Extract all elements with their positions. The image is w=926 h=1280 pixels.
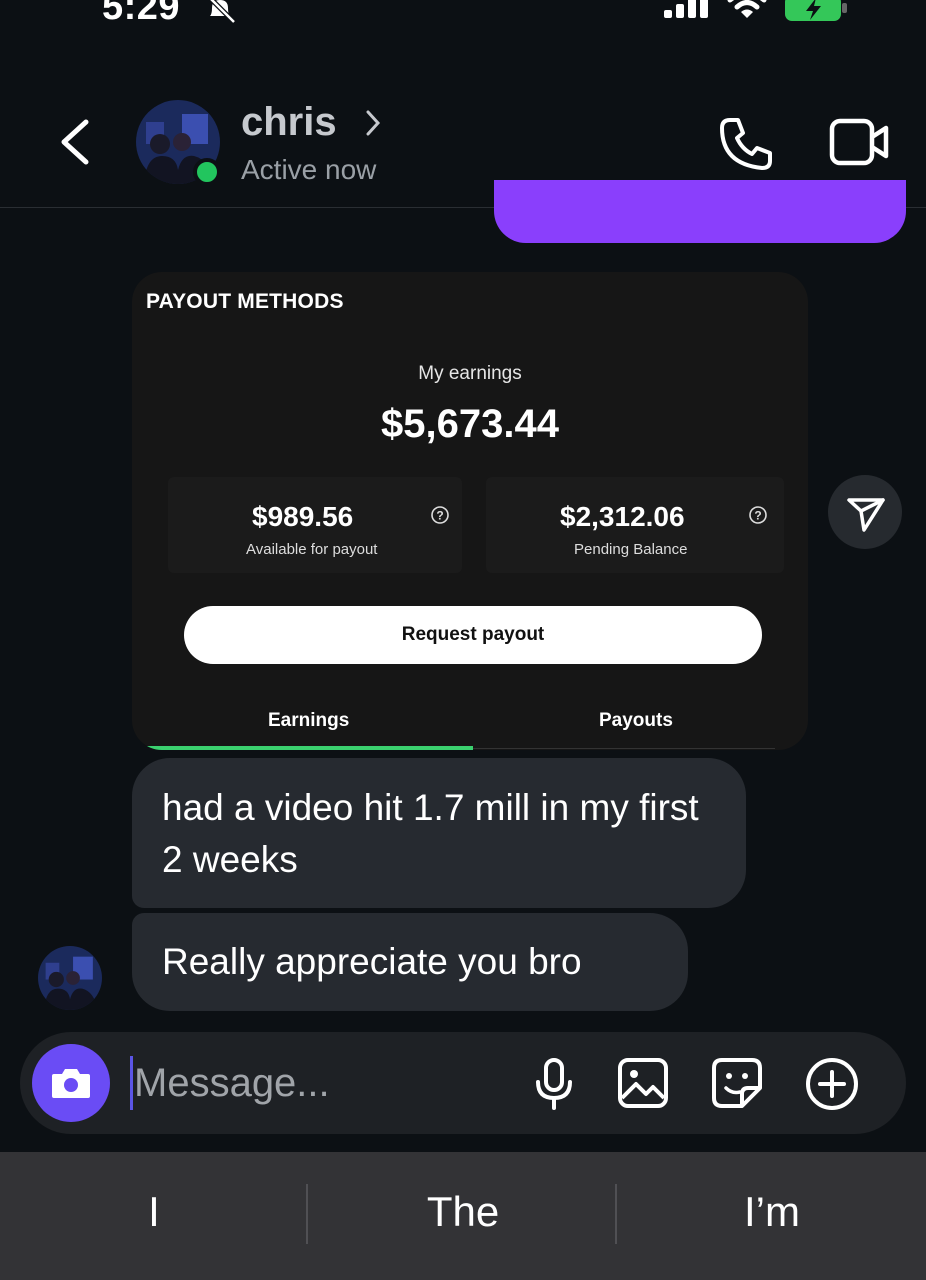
chevron-right-icon[interactable] bbox=[364, 108, 382, 138]
sticker-icon[interactable] bbox=[710, 1056, 764, 1110]
request-payout-button[interactable]: Request payout bbox=[184, 606, 762, 664]
svg-text:?: ? bbox=[436, 509, 443, 523]
pending-amount: $2,312.06 bbox=[560, 501, 685, 532]
pending-balance-box: $2,312.06 Pending Balance ? bbox=[486, 477, 784, 573]
suggestion-item[interactable]: I’m bbox=[622, 1188, 922, 1236]
add-icon[interactable] bbox=[804, 1056, 860, 1112]
tab-earnings[interactable]: Earnings bbox=[268, 710, 349, 732]
online-indicator bbox=[193, 158, 221, 186]
status-time: 5:29 bbox=[102, 0, 181, 28]
tab-active-indicator bbox=[145, 746, 473, 750]
received-message-bubble[interactable]: had a video hit 1.7 mill in my first 2 w… bbox=[132, 758, 746, 908]
camera-icon bbox=[52, 1069, 90, 1098]
share-button[interactable] bbox=[828, 475, 902, 549]
message-composer bbox=[20, 1032, 906, 1134]
received-message-bubble[interactable]: Really appreciate you bro bbox=[132, 913, 688, 1011]
available-label: Available for payout bbox=[246, 541, 378, 558]
send-icon bbox=[847, 498, 885, 532]
microphone-icon[interactable] bbox=[530, 1056, 578, 1112]
available-amount: $989.56 bbox=[252, 501, 354, 532]
suggestion-item[interactable]: I bbox=[4, 1188, 304, 1236]
card-heading: PAYOUT METHODS bbox=[146, 290, 344, 313]
phone-call-icon[interactable] bbox=[716, 114, 776, 174]
sent-message-bubble[interactable] bbox=[494, 180, 906, 243]
earnings-amount: $5,673.44 bbox=[381, 402, 559, 446]
payout-screenshot-card[interactable]: PAYOUT METHODS My earnings $5,673.44 $98… bbox=[132, 272, 808, 750]
svg-text:?: ? bbox=[754, 509, 761, 523]
camera-button[interactable] bbox=[32, 1044, 110, 1122]
suggestion-divider bbox=[615, 1184, 617, 1244]
suggestion-item[interactable]: The bbox=[313, 1188, 613, 1236]
tab-payouts[interactable]: Payouts bbox=[599, 710, 673, 732]
pending-label: Pending Balance bbox=[574, 541, 688, 558]
signal-icon bbox=[664, 0, 708, 18]
help-icon: ? bbox=[431, 506, 449, 524]
video-call-icon[interactable] bbox=[828, 116, 892, 168]
available-balance-box: $989.56 Available for payout ? bbox=[168, 477, 462, 573]
back-button[interactable] bbox=[56, 116, 96, 168]
help-icon: ? bbox=[749, 506, 767, 524]
bell-muted-icon bbox=[208, 0, 236, 24]
keyboard-suggestion-bar: I The I’m bbox=[0, 1152, 926, 1280]
status-bar: 5:29 bbox=[0, 0, 926, 30]
gallery-icon[interactable] bbox=[616, 1056, 670, 1110]
battery-charging-icon bbox=[785, 0, 847, 21]
text-cursor bbox=[130, 1056, 133, 1110]
tab-divider bbox=[473, 748, 775, 749]
contact-name[interactable]: chris bbox=[241, 100, 337, 145]
sender-avatar[interactable] bbox=[38, 946, 102, 1010]
earnings-label: My earnings bbox=[418, 363, 522, 384]
wifi-icon bbox=[727, 0, 767, 18]
suggestion-divider bbox=[306, 1184, 308, 1244]
active-status: Active now bbox=[241, 154, 377, 185]
message-input[interactable] bbox=[134, 1054, 514, 1112]
